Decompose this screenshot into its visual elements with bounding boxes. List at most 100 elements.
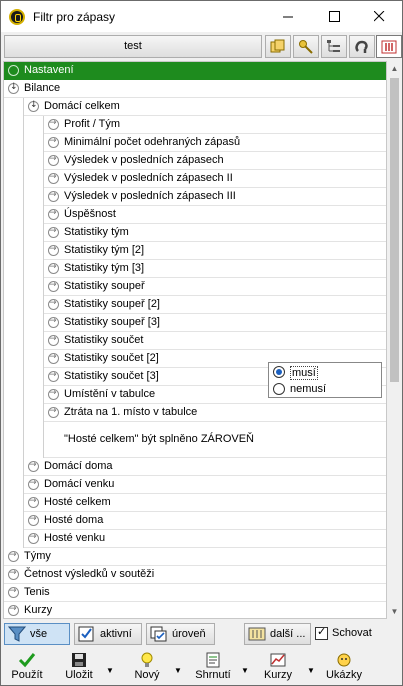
arrow-right-icon (48, 367, 59, 384)
arrow-right-icon (48, 187, 59, 204)
floppy-disk-icon (72, 653, 86, 667)
tree-item-bilance-child[interactable]: Hosté doma (24, 511, 386, 530)
minimize-button[interactable] (265, 1, 311, 32)
tree-item-bilance-child[interactable]: Domácí venku (24, 475, 386, 494)
summary-document-icon (206, 652, 220, 668)
tree-item-label: Výsledek v posledních zápasech III (64, 190, 236, 202)
arrow-right-icon (8, 565, 19, 582)
tree-leaf-item[interactable]: Statistiky soupeř [2] (44, 295, 386, 314)
copy-filter-button[interactable] (265, 35, 291, 58)
tree-item-label: Statistiky tým [2] (64, 244, 145, 256)
radio-selected-indicator (273, 366, 285, 378)
tree-leaf-item[interactable]: Statistiky soupeř [3] (44, 313, 386, 332)
close-button[interactable] (356, 1, 402, 32)
tree-leaf-item[interactable]: Výsledek v posledních zápasech (44, 151, 386, 170)
tree-item-label: Domácí celkem (44, 100, 120, 112)
scroll-down-icon[interactable]: ▼ (387, 604, 402, 619)
tree-leaf-item[interactable]: Výsledek v posledních zápasech III (44, 187, 386, 206)
tree-item-label: Hosté celkem (44, 496, 111, 508)
scroll-up-icon[interactable]: ▲ (387, 61, 402, 76)
tree-item-label: Statistiky tým (64, 226, 129, 238)
save-button[interactable]: Uložit (59, 650, 99, 684)
condition-row[interactable]: "Hosté celkem" být splněno ZÁROVEŇ (44, 422, 386, 458)
tree-item-root[interactable]: Týmy (4, 547, 386, 566)
tree-item-bilance-child[interactable]: Hosté venku (24, 529, 386, 548)
arrow-right-icon (48, 169, 59, 186)
tree-item-root[interactable]: Tenis (4, 583, 386, 602)
maximize-button[interactable] (311, 1, 357, 32)
level-checkbox-icon (150, 626, 167, 642)
scroll-thumb[interactable] (390, 78, 399, 382)
radio-label: nemusí (290, 383, 327, 395)
new-dropdown-icon[interactable]: ▼ (174, 666, 182, 675)
tree-item-label: Ztráta na 1. místo v tabulce (64, 406, 198, 418)
tree-item-label: Minimální počet odehraných zápasů (64, 136, 241, 148)
more-button[interactable]: další ... (244, 623, 311, 645)
tree-leaf-item[interactable]: Výsledek v posledních zápasech II (44, 169, 386, 188)
tree-item-root[interactable]: Kurzy (4, 601, 386, 618)
radio-nemusi[interactable]: nemusí (273, 382, 373, 397)
tree-leaf-item[interactable]: Ztráta na 1. místo v tabulce (44, 403, 386, 422)
odds-button[interactable]: Kurzy (260, 650, 296, 684)
schovat-checkbox[interactable] (315, 625, 328, 640)
checkbox-icon (78, 626, 94, 642)
tree-leaf-item[interactable]: Profit / Tým (44, 115, 386, 134)
show-all-label: vše (30, 628, 48, 640)
examples-button[interactable]: Ukázky (323, 650, 365, 684)
new-button[interactable]: Nový (129, 650, 165, 684)
arrow-right-icon (48, 259, 59, 276)
checkmark-icon (18, 653, 36, 668)
show-active-label: aktivní (100, 628, 132, 640)
window-title: Filtr pro zápasy (33, 10, 116, 24)
odds-label: Kurzy (263, 669, 293, 681)
app-logo-icon (9, 9, 25, 25)
use-button[interactable]: Použít (9, 650, 45, 684)
tree-item-settings[interactable]: Nastavení (4, 62, 386, 80)
tree-leaf-item[interactable]: Statistiky tým [2] (44, 241, 386, 260)
show-active-button[interactable]: aktivní (74, 623, 142, 645)
summary-dropdown-icon[interactable]: ▼ (241, 666, 249, 675)
tree-leaf-item[interactable]: Statistiky tým (44, 223, 386, 242)
link-button[interactable] (349, 35, 375, 58)
tree-leaf-item[interactable]: Úspěšnost (44, 205, 386, 224)
tree-item-label: Kurzy (24, 604, 53, 616)
tree-item-label: Nastavení (24, 64, 74, 76)
tree-leaf-item[interactable]: Statistiky tým [3] (44, 259, 386, 278)
examples-icon (337, 653, 351, 667)
filter-name-button[interactable]: test (4, 35, 262, 58)
tree-structure-icon (327, 40, 340, 52)
tree-item-domaci-celkem[interactable]: Domácí celkem (24, 97, 386, 116)
filter-window: Filtr pro zápasy test Nastavení Bilance Do… (0, 0, 403, 686)
tree-item-bilance[interactable]: Bilance (4, 79, 386, 98)
show-all-button[interactable]: vše (4, 623, 70, 645)
tree-item-bilance-child[interactable]: Domácí doma (24, 457, 386, 476)
tree-leaf-item[interactable]: Statistiky soupeř (44, 277, 386, 296)
tree-item-label: Hosté doma (44, 514, 104, 526)
key-button[interactable] (293, 35, 319, 58)
vertical-scrollbar[interactable]: ▲ ▼ (387, 61, 402, 619)
schovat-label: Schovat (332, 627, 372, 639)
copy-icon (270, 39, 285, 53)
arrow-right-icon (28, 511, 39, 528)
tree-leaf-item[interactable]: Minimální počet odehraných zápasů (44, 133, 386, 152)
tree-item-root[interactable]: Četnost výsledků v soutěži (4, 565, 386, 584)
tree-structure-button[interactable] (321, 35, 347, 58)
level-button[interactable]: úroveň (146, 623, 215, 645)
link-icon (355, 40, 368, 53)
columns-icon (381, 40, 397, 54)
level-label: úroveň (172, 628, 206, 640)
tree-leaf-item[interactable]: Statistiky součet (44, 331, 386, 350)
filter-tree: Nastavení Bilance Domácí celkem Profit / Tý… (3, 61, 387, 619)
arrow-right-icon (8, 547, 19, 564)
tree-item-label: Úspěšnost (64, 208, 116, 220)
odds-dropdown-icon[interactable]: ▼ (307, 666, 315, 675)
summary-button[interactable]: Shrnutí (191, 650, 235, 684)
radio-musi[interactable]: musí (273, 365, 373, 380)
save-dropdown-icon[interactable]: ▼ (106, 666, 114, 675)
tree-item-bilance-child[interactable]: Hosté celkem (24, 493, 386, 512)
arrow-right-icon (28, 475, 39, 492)
save-label: Uložit (65, 669, 93, 681)
more-icon (248, 627, 266, 641)
tree-item-label: Statistiky soupeř (64, 280, 145, 292)
columns-button[interactable] (376, 35, 402, 58)
